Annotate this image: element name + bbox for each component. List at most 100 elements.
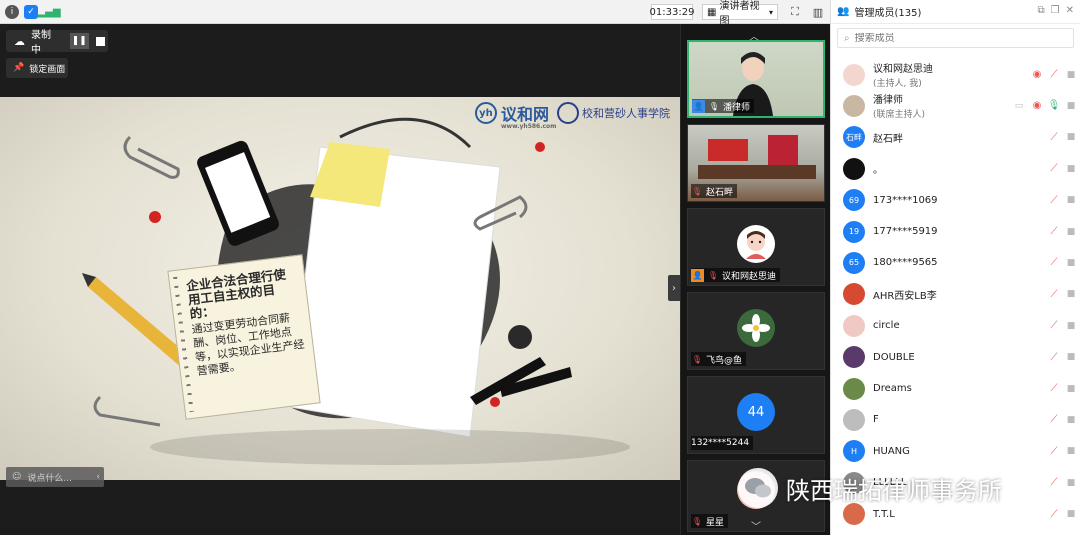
mic-off-icon[interactable]: ⟋ (1049, 383, 1059, 395)
camera-off-icon[interactable]: ■ (1065, 70, 1077, 80)
video-column: ︿ 👤 🎙 潘律师 🎙 赵石畔 👤 🎙 议和网赵思迪 🎙 飞鸟@鱼 44 132… (680, 24, 830, 535)
camera-off-icon[interactable]: ■ (1065, 415, 1077, 425)
video-tile[interactable]: 44 132****5244 (687, 376, 825, 454)
presentation-stage: ☁ 录制中 ❚❚ 📌 锁定画面 yh 议和网 www.yh586.com 校和营… (0, 24, 680, 535)
member-search[interactable]: ⌕ (837, 28, 1074, 48)
avatar (843, 377, 865, 400)
mic-off-icon[interactable]: ⟋ (1049, 477, 1059, 489)
camera-off-icon[interactable]: ■ (1065, 195, 1077, 205)
shield-icon[interactable]: ✓ (24, 5, 38, 19)
mic-off-icon[interactable]: ⟋ (1049, 414, 1059, 426)
member-name: 177****5919 (873, 226, 938, 237)
mic-off-icon[interactable]: ⟋ (1049, 257, 1059, 269)
camera-off-icon[interactable]: ■ (1065, 352, 1077, 362)
spotlight-icon[interactable]: ◉ (1031, 69, 1043, 80)
fullscreen-icon[interactable]: ⛶ (787, 4, 803, 20)
member-controls: ⟋ ■ (1049, 288, 1077, 300)
member-row[interactable]: 议和网赵思迪 (主持人, 我) ◉ ⟋ ■ (831, 59, 1080, 90)
top-toolbar: i ✓ ▂▄▆ 01:33:29 ▦ 演讲者视图 ▾ ⛶ ▥ (0, 0, 830, 27)
pause-recording-button[interactable]: ❚❚ (69, 33, 89, 49)
member-row[interactable]: 潘律师 (联席主持人) ▭ ◉ 🎙 ■ (831, 90, 1080, 121)
collapse-video-handle[interactable]: › (668, 275, 680, 301)
member-row[interactable]: 石畔 赵石畔 ⟋ ■ (831, 122, 1080, 153)
video-name-tag: 🎙 赵石畔 (691, 184, 738, 198)
member-controls: ⟋ ■ (1049, 508, 1077, 520)
member-row[interactable]: 19 177****5919 ⟋ ■ (831, 216, 1080, 247)
camera-off-icon[interactable]: ■ (1065, 164, 1077, 174)
close-icon[interactable]: ✕ (1066, 5, 1074, 16)
stop-recording-button[interactable] (93, 33, 108, 49)
mic-off-icon[interactable]: ⟋ (1049, 320, 1059, 332)
popout-icon[interactable]: ⧉ (1038, 5, 1045, 16)
video-tile[interactable]: 👤 🎙 议和网赵思迪 (687, 208, 825, 286)
screen-share-icon[interactable]: ▭ (1013, 101, 1025, 111)
member-row[interactable]: DOUBLE ⟋ ■ (831, 342, 1080, 373)
sidebar-toggle-icon[interactable]: ▥ (810, 4, 826, 20)
video-tile[interactable]: 🎙 赵石畔 (687, 124, 825, 202)
scroll-down-icon[interactable]: ﹀ (751, 518, 761, 533)
spotlight-icon[interactable]: ◉ (1031, 100, 1043, 111)
camera-off-icon[interactable]: ■ (1065, 478, 1077, 488)
mic-off-icon[interactable]: ⟋ (1049, 508, 1059, 520)
video-tile[interactable]: 👤 🎙 潘律师 (687, 40, 825, 118)
slide-illustration (82, 117, 630, 465)
camera-off-icon[interactable]: ■ (1065, 509, 1077, 519)
camera-off-icon[interactable]: ■ (1065, 101, 1077, 111)
speaker-view-icon: ▦ (707, 6, 717, 18)
camera-off-icon[interactable]: ■ (1065, 321, 1077, 331)
host-badge-icon: 👤 (691, 268, 704, 282)
member-row[interactable]: 。 ⟋ ■ (831, 153, 1080, 184)
camera-off-icon[interactable]: ■ (1065, 384, 1077, 394)
member-controls: ⟋ ■ (1049, 163, 1077, 175)
camera-off-icon[interactable]: ■ (1065, 289, 1077, 299)
info-icon[interactable]: i (5, 5, 19, 19)
mic-off-icon[interactable]: ⟋ (1049, 226, 1059, 238)
avatar (843, 63, 865, 86)
mic-on-icon[interactable]: 🎙 (1048, 100, 1061, 112)
mic-off-icon[interactable]: ⟋ (1049, 445, 1059, 457)
member-name: 议和网赵思迪 (873, 64, 933, 75)
mic-off-icon: 🎙 (691, 516, 703, 526)
member-row[interactable]: 65 180****9565 ⟋ ■ (831, 247, 1080, 278)
signal-icon[interactable]: ▂▄▆ (37, 5, 60, 19)
mic-off-icon[interactable]: ⟋ (1049, 288, 1059, 300)
mic-off-icon[interactable]: ⟋ (1049, 351, 1059, 363)
member-role: (联席主持人) (873, 110, 926, 121)
member-name-block: DOUBLE (873, 352, 915, 363)
emoji-icon[interactable]: ☺ (12, 472, 21, 482)
member-row[interactable]: circle ⟋ ■ (831, 310, 1080, 341)
restore-icon[interactable]: ❐ (1051, 5, 1060, 16)
avatar: 69 (843, 189, 865, 212)
mic-off-icon[interactable]: ⟋ (1049, 69, 1059, 81)
shared-slide: yh 议和网 www.yh586.com 校和营砂人事学院 企业合法合理行使用工… (0, 97, 680, 480)
member-row[interactable]: Dreams ⟋ ■ (831, 373, 1080, 404)
chat-input[interactable]: ☺ 说点什么... ‹ (6, 467, 104, 487)
mic-off-icon[interactable]: ⟋ (1049, 194, 1059, 206)
avatar (843, 346, 865, 369)
search-input[interactable] (854, 32, 1035, 44)
avatar (843, 283, 865, 306)
wechat-icon (738, 468, 778, 508)
member-row[interactable]: H HUANG ⟋ ■ (831, 436, 1080, 467)
video-tile[interactable]: 🎙 飞鸟@鱼 (687, 292, 825, 370)
chevron-left-icon[interactable]: ‹ (96, 472, 100, 482)
camera-off-icon[interactable]: ■ (1065, 258, 1077, 268)
member-controls: ⟋ ■ (1049, 477, 1077, 489)
host-badge-icon: 👤 (692, 99, 705, 113)
recording-control: ☁ 录制中 ❚❚ (6, 30, 108, 56)
member-row[interactable]: F ⟋ ■ (831, 404, 1080, 435)
member-name-block: 赵石畔 (873, 130, 903, 145)
member-row[interactable]: 69 173****1069 ⟋ ■ (831, 185, 1080, 216)
member-controls: ⟋ ■ (1049, 226, 1077, 238)
camera-off-icon[interactable]: ■ (1065, 227, 1077, 237)
mic-off-icon[interactable]: ⟋ (1049, 131, 1059, 143)
camera-off-icon[interactable]: ■ (1065, 132, 1077, 142)
member-row[interactable]: AHR西安LB李 ⟋ ■ (831, 279, 1080, 310)
mic-off-icon[interactable]: ⟋ (1049, 163, 1059, 175)
member-name: 180****9565 (873, 257, 938, 269)
lock-screen-button[interactable]: 📌 锁定画面 (6, 58, 68, 78)
member-name-block: 173****1069 (873, 195, 938, 206)
view-mode-dropdown[interactable]: ▦ 演讲者视图 ▾ (702, 1, 778, 27)
camera-off-icon[interactable]: ■ (1065, 446, 1077, 456)
member-name-block: T.T.L (873, 509, 895, 520)
